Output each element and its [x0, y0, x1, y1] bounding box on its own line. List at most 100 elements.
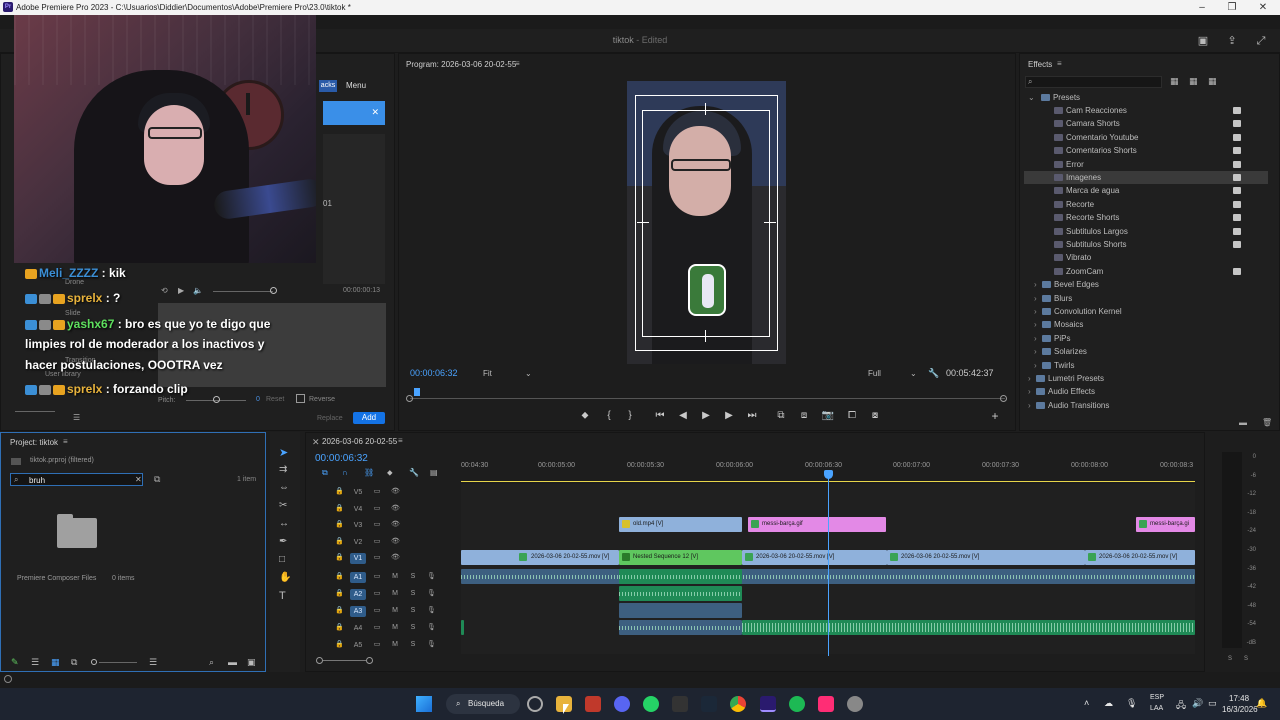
effects-item[interactable]: › Convolution Kernel: [1024, 305, 1268, 318]
effects-item[interactable]: › Audio Effects: [1024, 385, 1268, 398]
audio-clip-a3[interactable]: [619, 603, 742, 618]
chevron-right-icon[interactable]: ›: [1034, 332, 1042, 345]
workspaces-icon[interactable]: ▣: [1197, 35, 1209, 47]
razor-tool-icon[interactable]: ✂: [279, 500, 287, 511]
track-label[interactable]: A2: [350, 589, 366, 600]
chevron-right-icon[interactable]: ›: [1028, 399, 1036, 412]
go-to-out-icon[interactable]: ⏭: [745, 410, 759, 422]
add-marker-icon[interactable]: ⬥: [387, 468, 393, 478]
timeline-tab[interactable]: 2026-03-06 20-02-55: [322, 437, 397, 446]
voiceover-record-icon[interactable]: 🎙: [427, 624, 436, 632]
voiceover-record-icon[interactable]: 🎙: [427, 573, 436, 581]
bin-name[interactable]: Premiere Composer Files: [17, 575, 96, 582]
settings-gear-icon[interactable]: [847, 696, 863, 712]
timeline-playhead[interactable]: [828, 470, 829, 656]
playhead-marker[interactable]: [414, 388, 420, 396]
sync-lock-icon[interactable]: ▭: [373, 641, 381, 649]
new-item-icon[interactable]: ▣: [247, 657, 256, 668]
toggle-track-output-icon[interactable]: 👁: [391, 521, 400, 529]
play-icon[interactable]: ▶: [699, 410, 713, 422]
step-back-icon[interactable]: ◀: [676, 410, 690, 422]
effects-item[interactable]: Imagenes: [1024, 171, 1268, 184]
compare-view-icon[interactable]: ⧠: [845, 410, 859, 422]
effects-item[interactable]: › PiPs: [1024, 332, 1268, 345]
mute-track-button[interactable]: M: [391, 641, 399, 649]
timeline-scroll-start[interactable]: [316, 657, 323, 664]
clip-nested-sequence[interactable]: Nested Sequence 12 [V]: [619, 550, 742, 565]
taskbar-search[interactable]: ⌕ Búsqueda: [446, 694, 520, 714]
track-lock-icon[interactable]: 🔒: [335, 521, 344, 529]
sort-icon[interactable]: ☰: [149, 657, 157, 668]
track-header[interactable]: 🔒 A2 ▭ M S 🎙: [305, 587, 460, 602]
linked-selection-icon[interactable]: ⛓: [364, 468, 374, 477]
clock-date[interactable]: 16/3/2026: [1222, 705, 1258, 714]
chevron-right-icon[interactable]: ›: [1034, 305, 1042, 318]
pen-tool-icon[interactable]: ✒: [279, 536, 287, 547]
sync-lock-icon[interactable]: ▭: [373, 488, 381, 496]
clip-v1-c[interactable]: 2026-03-06 20-02-55.mov [V]: [887, 550, 1085, 565]
track-lock-icon[interactable]: 🔒: [335, 538, 344, 546]
effects-item[interactable]: › Lumetri Presets: [1024, 372, 1268, 385]
track-lock-icon[interactable]: 🔒: [335, 505, 344, 513]
zoom-slider-handle[interactable]: [91, 659, 97, 665]
audio-clip-a4-a[interactable]: [619, 620, 742, 635]
chrome-icon[interactable]: [730, 696, 746, 712]
close-button[interactable]: ✕: [1251, 1, 1275, 14]
quality-dropdown[interactable]: Full ⌄: [868, 369, 918, 378]
add-button[interactable]: Add: [353, 412, 385, 424]
voiceover-record-icon[interactable]: 🎙: [427, 607, 436, 615]
track-header[interactable]: 🔒 V5 ▭ 👁: [305, 485, 460, 500]
solo-left-button[interactable]: S: [1228, 656, 1232, 662]
effects-item[interactable]: › Audio Transitions: [1024, 399, 1268, 412]
search-icon[interactable]: ⌕: [209, 657, 214, 668]
snap-icon[interactable]: ∩: [342, 468, 348, 477]
sync-lock-icon[interactable]: ▭: [373, 521, 381, 529]
clip-v1-b[interactable]: 2026-03-06 20-02-55.mov [V]: [742, 550, 887, 565]
effects-item[interactable]: › Blurs: [1024, 292, 1268, 305]
mute-track-button[interactable]: M: [391, 590, 399, 598]
keyboard-layout[interactable]: LAA: [1150, 705, 1163, 712]
network-icon[interactable]: 🖧: [1176, 698, 1186, 714]
premiere-taskbar-icon[interactable]: [760, 696, 776, 712]
clip-messi-gif[interactable]: messi-barça.gif: [748, 517, 886, 532]
list-view-icon[interactable]: ☰: [73, 413, 80, 422]
volume-slider[interactable]: [213, 291, 273, 292]
track-lock-icon[interactable]: 🔒: [335, 641, 344, 649]
audio-clip-a4-b[interactable]: [742, 620, 1195, 635]
timeline-timecode[interactable]: 00:00:06:32: [315, 453, 368, 464]
track-lock-icon[interactable]: 🔒: [335, 554, 344, 562]
mark-in-icon[interactable]: {: [602, 410, 616, 422]
new-search-bin-icon[interactable]: ⧉: [154, 474, 160, 485]
effects-item[interactable]: Recorte Shorts: [1024, 211, 1268, 224]
step-forward-icon[interactable]: ▶: [722, 410, 736, 422]
track-header[interactable]: 🔒 V4 ▭ 👁: [305, 502, 460, 517]
track-lock-icon[interactable]: 🔒: [335, 607, 344, 615]
program-timecode[interactable]: 00:00:06:32: [410, 368, 458, 378]
chevron-right-icon[interactable]: ›: [1034, 359, 1042, 372]
widgets-icon[interactable]: [527, 696, 543, 712]
steam-icon[interactable]: [701, 696, 717, 712]
list-view-icon[interactable]: ☰: [31, 657, 39, 668]
track-label[interactable]: A3: [350, 606, 366, 617]
volume-icon[interactable]: 🔈: [193, 286, 203, 295]
whatsapp-icon[interactable]: [643, 696, 659, 712]
chevron-right-icon[interactable]: ›: [1034, 278, 1042, 291]
track-label[interactable]: A4: [350, 623, 366, 634]
timeline-scroll-end[interactable]: [366, 657, 373, 664]
effects-item[interactable]: › Bevel Edges: [1024, 278, 1268, 291]
tiktok-icon[interactable]: [818, 696, 834, 712]
fit-dropdown[interactable]: Fit ⌄: [483, 369, 533, 378]
ripple-edit-tool-icon[interactable]: ⇔: [279, 482, 289, 493]
mute-track-button[interactable]: M: [391, 624, 399, 632]
track-label[interactable]: V2: [350, 537, 366, 548]
sync-lock-icon[interactable]: ▭: [373, 624, 381, 632]
sync-lock-icon[interactable]: ▭: [373, 590, 381, 598]
solo-track-button[interactable]: S: [409, 624, 417, 632]
yuv-effects-icon[interactable]: ▦: [1208, 76, 1217, 87]
mute-track-button[interactable]: M: [391, 607, 399, 615]
captions-icon[interactable]: ▤: [430, 468, 438, 477]
toggle-track-output-icon[interactable]: 👁: [391, 538, 400, 546]
clear-icon[interactable]: ✕: [371, 107, 379, 118]
toggle-track-output-icon[interactable]: 👁: [391, 488, 400, 496]
zoom-slider[interactable]: [99, 662, 137, 663]
